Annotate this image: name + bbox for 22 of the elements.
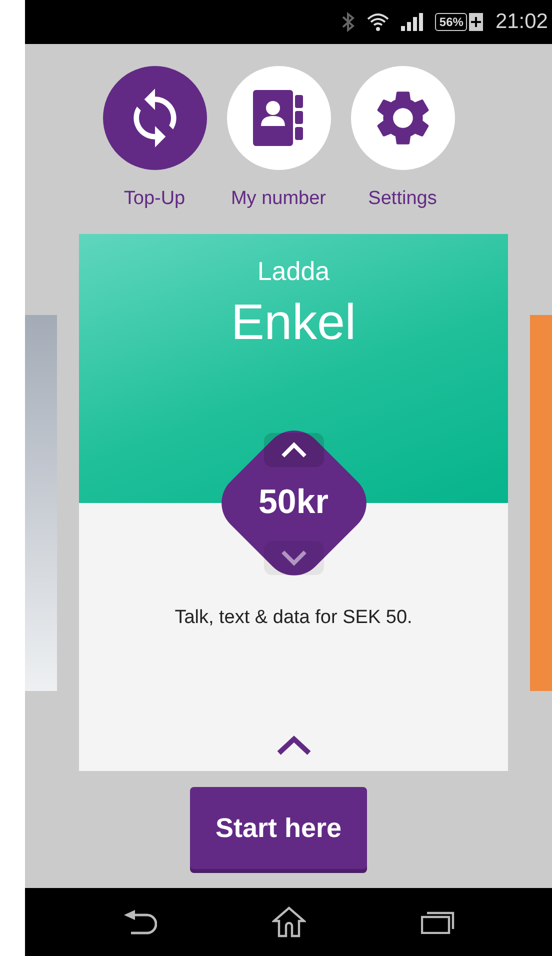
clock-time: 21:02	[495, 10, 548, 34]
chevron-up-icon	[280, 442, 308, 458]
charging-icon	[469, 13, 484, 31]
expand-chevron-icon[interactable]	[276, 735, 312, 755]
battery-level: 56%	[435, 13, 468, 31]
home-icon[interactable]	[272, 906, 306, 938]
card-title: Enkel	[230, 293, 356, 351]
signal-icon	[401, 13, 424, 31]
start-button[interactable]: Start here	[190, 787, 367, 869]
wifi-icon	[367, 13, 390, 31]
back-icon[interactable]	[122, 909, 156, 935]
shortcut-label: My number	[230, 188, 326, 210]
plan-description: Talk, text & data for SEK 50.	[174, 607, 412, 629]
increase-button[interactable]	[264, 433, 324, 467]
shortcut-label: Top-Up	[124, 188, 186, 210]
shortcut-label: Settings	[368, 188, 437, 210]
card-subtitle: Ladda	[257, 256, 330, 287]
contacts-book-icon	[252, 90, 304, 146]
amount-value: 50kr	[258, 483, 330, 522]
recent-apps-icon[interactable]	[420, 910, 454, 934]
bluetooth-icon	[341, 12, 356, 32]
chevron-down-icon	[280, 550, 308, 566]
